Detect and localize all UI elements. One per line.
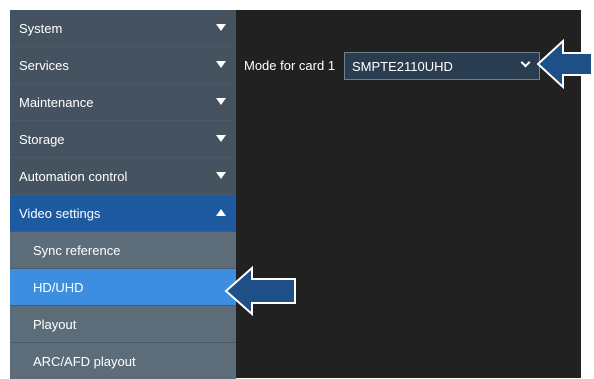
caret-down-icon	[216, 24, 226, 31]
sidebar-item-storage[interactable]: Storage	[10, 121, 236, 157]
caret-up-icon	[216, 209, 226, 216]
caret-down-icon	[216, 61, 226, 68]
sidebar-item-label: System	[19, 20, 63, 36]
sidebar-subitem-label: HD/UHD	[33, 279, 84, 295]
sidebar-item-label: Maintenance	[19, 94, 94, 110]
sidebar: System Services Maintenance Storage Auto…	[10, 10, 236, 379]
sidebar-subitem-label: Sync reference	[33, 242, 121, 258]
sidebar-item-label: Automation control	[19, 168, 128, 184]
sidebar-item-services[interactable]: Services	[10, 47, 236, 83]
sidebar-subitem-sync-reference[interactable]: Sync reference	[10, 232, 236, 268]
sidebar-subitem-label: ARC/AFD playout	[33, 353, 136, 369]
sidebar-subitem-arc-afd-playout[interactable]: ARC/AFD playout	[10, 343, 236, 379]
caret-down-icon	[216, 135, 226, 142]
chevron-down-icon	[520, 57, 531, 68]
mode-select[interactable]: SMPTE2110UHD	[344, 52, 540, 80]
sidebar-subitem-playout[interactable]: Playout	[10, 306, 236, 342]
caret-down-icon	[216, 172, 226, 179]
sidebar-item-maintenance[interactable]: Maintenance	[10, 84, 236, 120]
sidebar-item-label: Services	[19, 57, 69, 73]
caret-down-icon	[216, 98, 226, 105]
sidebar-item-video-settings[interactable]: Video settings	[10, 195, 236, 231]
mode-select-value: SMPTE2110UHD	[352, 58, 453, 74]
sidebar-subitem-hd-uhd[interactable]: HD/UHD	[10, 269, 236, 305]
callout-arrow-left-icon	[224, 265, 296, 317]
mode-label: Mode for card 1	[244, 58, 336, 73]
sidebar-item-label: Video settings	[19, 205, 101, 221]
main-panel: Mode for card 1 SMPTE2110UHD	[236, 10, 581, 378]
sidebar-subitem-label: Playout	[33, 316, 77, 332]
sidebar-item-automation-control[interactable]: Automation control	[10, 158, 236, 194]
sidebar-item-label: Storage	[19, 131, 65, 147]
sidebar-item-system[interactable]: System	[10, 10, 236, 46]
callout-arrow-left-icon	[536, 38, 593, 90]
